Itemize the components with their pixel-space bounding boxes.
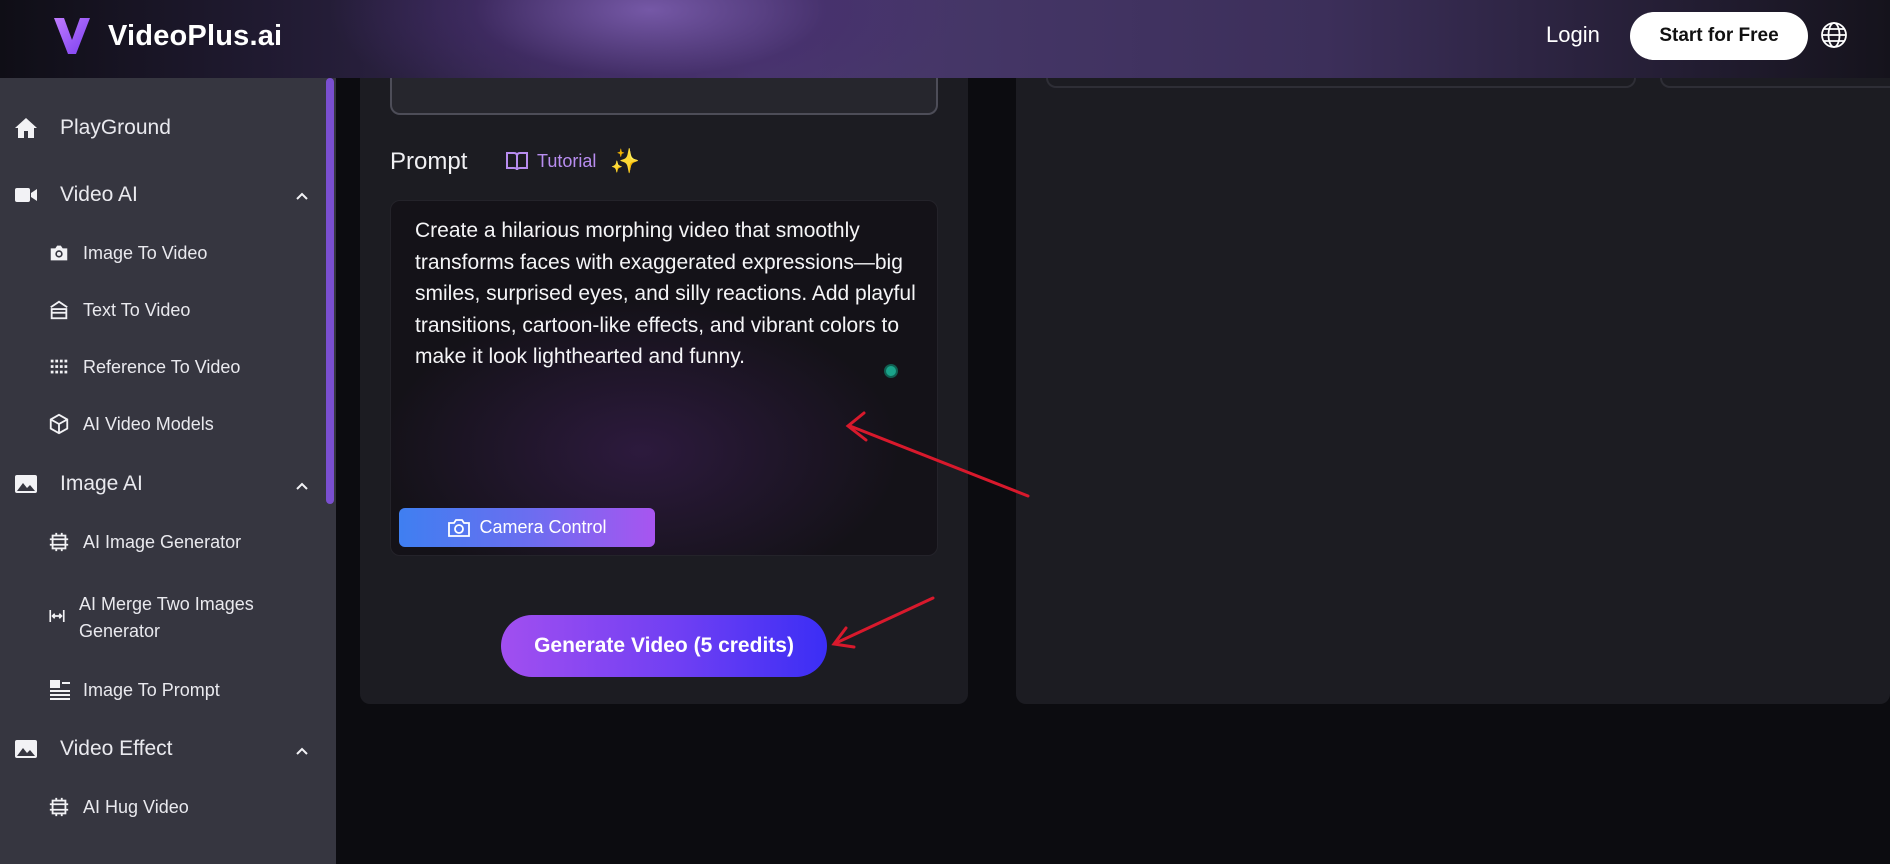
sidebar-item-label: AI Hug Video — [83, 796, 189, 817]
prompt-text[interactable]: Create a hilarious morphing video that s… — [415, 215, 935, 373]
crop-icon — [49, 797, 69, 817]
tutorial-label: Tutorial — [537, 150, 597, 171]
sidebar-item-label: Video AI — [60, 183, 138, 206]
text-box-icon — [50, 300, 68, 320]
logo-v-icon — [54, 18, 90, 54]
video-camera-icon — [15, 188, 37, 202]
sidebar-item-label: AI Image Generator — [83, 531, 242, 552]
brand-logo[interactable]: VideoPlus.ai — [52, 14, 282, 58]
sidebar-item-image-to-video[interactable]: Image To Video — [48, 242, 207, 264]
book-icon — [506, 152, 528, 171]
brand-name: VideoPlus.ai — [108, 19, 283, 52]
start-for-free-button[interactable]: Start for Free — [1630, 12, 1808, 60]
sidebar-item-label: Image To Prompt — [83, 679, 220, 700]
preview-card — [1046, 78, 1636, 88]
sidebar-item-ai-merge-two-images[interactable]: AI Merge Two Images Generator — [48, 591, 254, 645]
merge-icon — [49, 610, 65, 622]
sidebar-item-video-effect[interactable]: Video Effect — [14, 737, 172, 761]
generator-panel: Prompt Tutorial ✨ Create a hilarious mor… — [360, 78, 968, 704]
sidebar-item-ai-video-models[interactable]: AI Video Models — [48, 413, 214, 435]
sidebar-item-label: Video Effect — [60, 737, 173, 760]
preview-panel — [1016, 78, 1890, 704]
chevron-up-icon[interactable] — [294, 478, 310, 494]
camera-control-button[interactable]: Camera Control — [399, 508, 655, 547]
image-text-icon — [50, 680, 70, 700]
sidebar-item-label: Image To Video — [83, 242, 208, 263]
sidebar-item-label: AI Merge Two Images Generator — [79, 594, 254, 641]
sidebar-item-video-ai[interactable]: Video AI — [14, 183, 138, 207]
camera-icon — [50, 245, 68, 261]
sparkle-icon: ✨ — [610, 148, 640, 175]
chevron-up-icon[interactable] — [294, 188, 310, 204]
dot-grid-icon — [50, 359, 68, 374]
main-content: Prompt Tutorial ✨ Create a hilarious mor… — [336, 78, 1890, 864]
camera-icon — [448, 518, 471, 537]
sidebar: PlayGround Video AI Image To Video Text … — [0, 78, 336, 864]
prompt-label: Prompt — [390, 148, 468, 175]
home-icon — [15, 118, 37, 138]
image-icon — [15, 740, 37, 758]
sidebar-item-label: AI Video Models — [83, 413, 214, 434]
sidebar-item-ai-image-generator[interactable]: AI Image Generator — [48, 531, 241, 553]
crop-icon — [49, 532, 69, 552]
sidebar-item-image-ai[interactable]: Image AI — [14, 472, 143, 496]
camera-control-label: Camera Control — [479, 517, 607, 537]
sidebar-item-ai-hug-video[interactable]: AI Hug Video — [48, 796, 189, 818]
cube-icon — [49, 413, 69, 435]
sidebar-item-playground[interactable]: PlayGround — [14, 116, 171, 140]
sidebar-item-label: PlayGround — [60, 116, 171, 139]
prompt-textarea[interactable]: Create a hilarious morphing video that s… — [390, 200, 938, 556]
image-icon — [15, 475, 37, 493]
sidebar-item-label: Image AI — [60, 472, 143, 495]
sidebar-item-label: Text To Video — [83, 299, 191, 320]
top-header: VideoPlus.ai Login Start for Free — [0, 0, 1890, 78]
sidebar-item-label: Reference To Video — [83, 356, 241, 377]
tutorial-link[interactable]: Tutorial — [505, 150, 596, 172]
sidebar-scrollbar[interactable] — [326, 78, 334, 504]
cursor-indicator — [884, 364, 898, 378]
sidebar-item-reference-to-video[interactable]: Reference To Video — [48, 356, 240, 378]
upload-area[interactable] — [390, 78, 938, 115]
generate-video-button[interactable]: Generate Video (5 credits) — [501, 615, 827, 677]
sidebar-item-text-to-video[interactable]: Text To Video — [48, 299, 190, 321]
preview-card — [1660, 78, 1890, 88]
login-link[interactable]: Login — [1546, 22, 1600, 48]
sidebar-item-image-to-prompt[interactable]: Image To Prompt — [48, 678, 220, 702]
globe-icon[interactable] — [1820, 21, 1848, 49]
chevron-up-icon[interactable] — [294, 743, 310, 759]
